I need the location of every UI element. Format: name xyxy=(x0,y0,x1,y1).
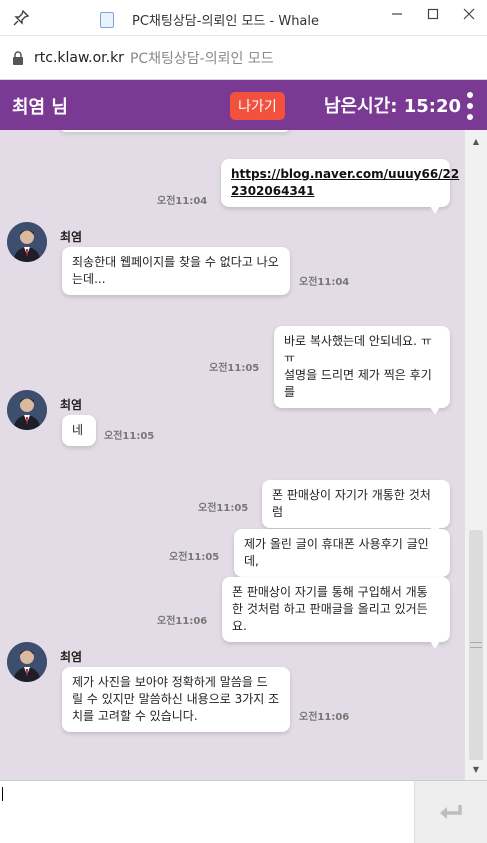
avatar xyxy=(7,642,47,682)
scroll-down-icon[interactable]: ▼ xyxy=(465,760,487,778)
chat-header: 최염 님 나가기 남은시간: 15:20 xyxy=(0,80,487,130)
address-bar[interactable]: rtc.klaw.or.kr PC채팅상담-의뢰인 모드 xyxy=(0,36,487,80)
scroll-up-icon[interactable]: ▲ xyxy=(465,132,487,150)
window-title: PC채팅상담-의뢰인 모드 - Whale xyxy=(100,10,319,29)
sender-name: 최염 xyxy=(60,650,83,664)
message-time: 오전11:06 xyxy=(299,712,350,723)
url-page-title: PC채팅상담-의뢰인 모드 xyxy=(129,50,274,67)
previous-bubble-edge xyxy=(60,130,290,132)
enter-arrow-icon xyxy=(440,805,462,819)
message-bubble-sent: 제가 올린 글이 휴대폰 사용후기 글인데, xyxy=(234,529,450,584)
more-menu-icon[interactable] xyxy=(465,92,475,120)
remaining-time: 남은시간: 15:20 xyxy=(324,96,462,117)
minimize-icon xyxy=(392,13,402,15)
avatar-person-icon xyxy=(7,222,47,262)
lock-icon xyxy=(13,50,23,65)
message-time: 오전11:04 xyxy=(157,196,208,207)
message-time: 오전11:04 xyxy=(299,277,350,288)
exit-button[interactable]: 나가기 xyxy=(230,92,285,120)
close-button[interactable] xyxy=(451,0,487,28)
avatar-person-icon xyxy=(7,642,47,682)
minimize-button[interactable] xyxy=(379,0,415,28)
message-bubble-sent: 폰 판매상이 자기가 개통한 것처럼 xyxy=(262,480,450,535)
document-icon xyxy=(100,11,114,28)
message-time: 오전11:05 xyxy=(169,552,220,563)
send-button[interactable] xyxy=(414,780,487,843)
avatar xyxy=(7,222,47,262)
pin-icon[interactable] xyxy=(12,9,30,27)
message-bubble-received: 네 xyxy=(62,415,96,446)
message-bubble-received: 죄송한대 웹페이지를 찾을 수 없다고 나오 는데... xyxy=(62,247,290,295)
counselee-name: 최염 님 xyxy=(12,97,68,118)
chat-messages: https://blog.naver.com/uuuy66/22 23020643… xyxy=(0,130,464,780)
avatar xyxy=(7,390,47,430)
sender-name: 최염 xyxy=(60,230,83,244)
message-time: 오전11:05 xyxy=(104,431,155,442)
url-host: rtc.klaw.or.kr xyxy=(34,49,124,66)
message-bubble-sent: 바로 복사했는데 안되네요. ㅠㅠ 설명을 드리면 제가 찍은 후기를 xyxy=(274,326,450,415)
sender-name: 최염 xyxy=(60,398,83,412)
window-controls xyxy=(379,0,487,36)
text-caret xyxy=(2,787,3,801)
window-titlebar: PC채팅상담-의뢰인 모드 - Whale xyxy=(0,0,487,36)
message-input[interactable] xyxy=(0,780,414,843)
maximize-icon xyxy=(427,8,439,20)
message-time: 오전11:05 xyxy=(209,363,260,374)
message-bubble-received: 제가 사진을 보아야 정확하게 말씀을 드릴 수 있지만 말씀하신 내용으로 3… xyxy=(62,667,290,732)
message-bubble-sent: https://blog.naver.com/uuuy66/22 23020643… xyxy=(221,159,459,214)
scrollbar-grip-icon xyxy=(470,642,482,648)
message-time: 오전11:06 xyxy=(157,616,208,627)
close-icon xyxy=(463,8,475,20)
message-time: 오전11:05 xyxy=(198,503,249,514)
message-link[interactable]: https://blog.naver.com/uuuy66/22 23020643… xyxy=(231,167,459,198)
maximize-button[interactable] xyxy=(415,0,451,28)
avatar-person-icon xyxy=(7,390,47,430)
chat-scrollbar[interactable]: ▲ ▼ xyxy=(464,130,487,780)
message-bubble-sent: 폰 판매상이 자기를 통해 구입해서 개통 한 것처럼 하고 판매글을 올리고 있… xyxy=(222,577,450,649)
window-title-text: PC채팅상담-의뢰인 모드 - Whale xyxy=(132,14,320,29)
